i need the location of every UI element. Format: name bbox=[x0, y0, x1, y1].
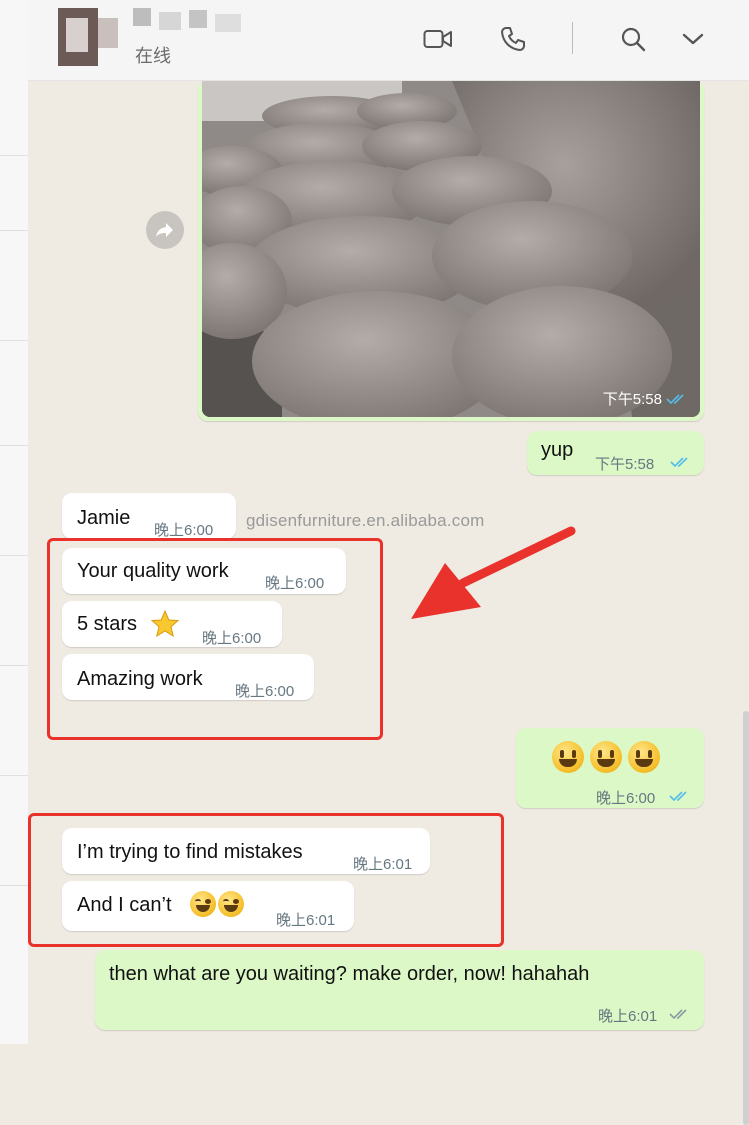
header-divider bbox=[572, 22, 573, 54]
message-time: 晚上6:00 bbox=[154, 522, 214, 539]
sofa-photo[interactable]: 下午5:58 bbox=[202, 81, 700, 417]
message-text: Your quality work bbox=[77, 560, 229, 582]
message-time: 晚上6:00 bbox=[202, 630, 262, 647]
message-cant[interactable]: And I can’t 晚上6:01 bbox=[62, 881, 354, 931]
message-time: 晚上6:01 bbox=[276, 912, 336, 929]
message-time: 晚上6:01 bbox=[598, 1008, 658, 1025]
tears-of-joy-emoji bbox=[188, 891, 244, 917]
video-call-icon[interactable] bbox=[421, 22, 455, 56]
chat-header: 在线 bbox=[28, 0, 749, 81]
chat-scrollbar[interactable] bbox=[743, 711, 749, 1125]
message-text: I’m trying to find mistakes bbox=[77, 841, 303, 863]
message-time: 晚上6:01 bbox=[353, 856, 413, 873]
grinning-face-emoji bbox=[552, 741, 666, 773]
chat-pane: 下午5:58 yup 下午5:58 Jamie 晚上6:00 gdisenfur… bbox=[28, 81, 749, 1125]
message-text: And I can’t bbox=[77, 894, 172, 916]
image-message[interactable]: 下午5:58 bbox=[198, 81, 704, 421]
avatar[interactable] bbox=[58, 8, 118, 66]
message-text: then what are you waiting? make order, n… bbox=[109, 963, 590, 985]
phone-icon[interactable] bbox=[496, 22, 530, 56]
message-stars[interactable]: 5 stars 晚上6:00 bbox=[62, 601, 282, 647]
star-emoji bbox=[150, 609, 180, 638]
message-yup[interactable]: yup 下午5:58 bbox=[527, 431, 704, 475]
message-text: 5 stars bbox=[77, 613, 138, 635]
message-time: 晚上6:00 bbox=[596, 790, 656, 807]
message-time: 晚上6:00 bbox=[235, 683, 295, 700]
message-time: 下午5:58 bbox=[595, 456, 655, 473]
red-arrow bbox=[411, 526, 576, 619]
message-smiles[interactable]: 晚上6:00 bbox=[516, 728, 704, 808]
message-reply[interactable]: then what are you waiting? make order, n… bbox=[95, 950, 704, 1030]
message-text: Jamie bbox=[77, 507, 131, 529]
message-time: 晚上6:00 bbox=[265, 575, 325, 592]
double-check-icon bbox=[670, 457, 688, 468]
search-icon[interactable] bbox=[616, 22, 650, 56]
chat-list-edge bbox=[0, 0, 29, 1044]
forward-icon[interactable] bbox=[146, 211, 184, 249]
double-check-icon bbox=[669, 1009, 687, 1020]
message-quality[interactable]: Your quality work 晚上6:00 bbox=[62, 548, 346, 594]
double-check-icon bbox=[666, 393, 684, 404]
message-jamie[interactable]: Jamie 晚上6:00 bbox=[62, 493, 236, 539]
photo-timestamp: 下午5:58 bbox=[603, 388, 688, 409]
double-check-icon bbox=[669, 791, 687, 802]
presence-status: 在线 bbox=[135, 46, 171, 66]
message-trying[interactable]: I’m trying to find mistakes 晚上6:01 bbox=[62, 828, 430, 874]
message-amazing[interactable]: Amazing work 晚上6:00 bbox=[62, 654, 314, 700]
contact-name-blurred bbox=[133, 8, 273, 32]
message-text: yup bbox=[541, 439, 574, 461]
message-text: Amazing work bbox=[77, 668, 203, 690]
chevron-down-icon[interactable] bbox=[676, 22, 710, 56]
